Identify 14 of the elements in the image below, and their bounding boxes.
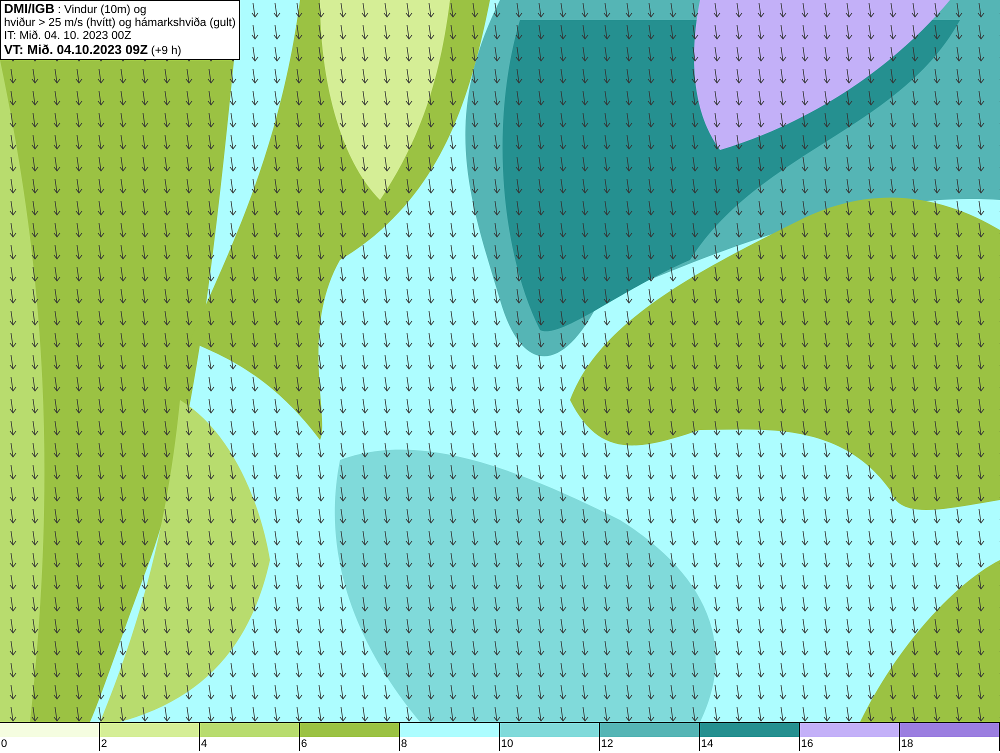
legend-label: 6 [300, 737, 308, 751]
legend-label: 12 [600, 737, 614, 751]
legend-label: 10 [500, 737, 514, 751]
legend-label: 0 [0, 737, 8, 751]
map-subtitle: hviður > 25 m/s (hvítt) og hámarkshviða (gult) [4, 17, 236, 30]
legend-label: 8 [400, 737, 408, 751]
map-title: DMI/IGB : Vindur (10m) og [4, 2, 148, 17]
issue-time: IT: Mið. 04. 10. 2023 00Z [4, 30, 132, 43]
legend-label: 14 [700, 737, 714, 751]
legend-label: 16 [800, 737, 814, 751]
legend-label: 2 [100, 737, 108, 751]
valid-time: VT: Mið. 04.10.2023 09Z (+9 h) [4, 43, 182, 58]
legend-label: 18 [900, 737, 914, 751]
legend-label: 4 [200, 737, 208, 751]
